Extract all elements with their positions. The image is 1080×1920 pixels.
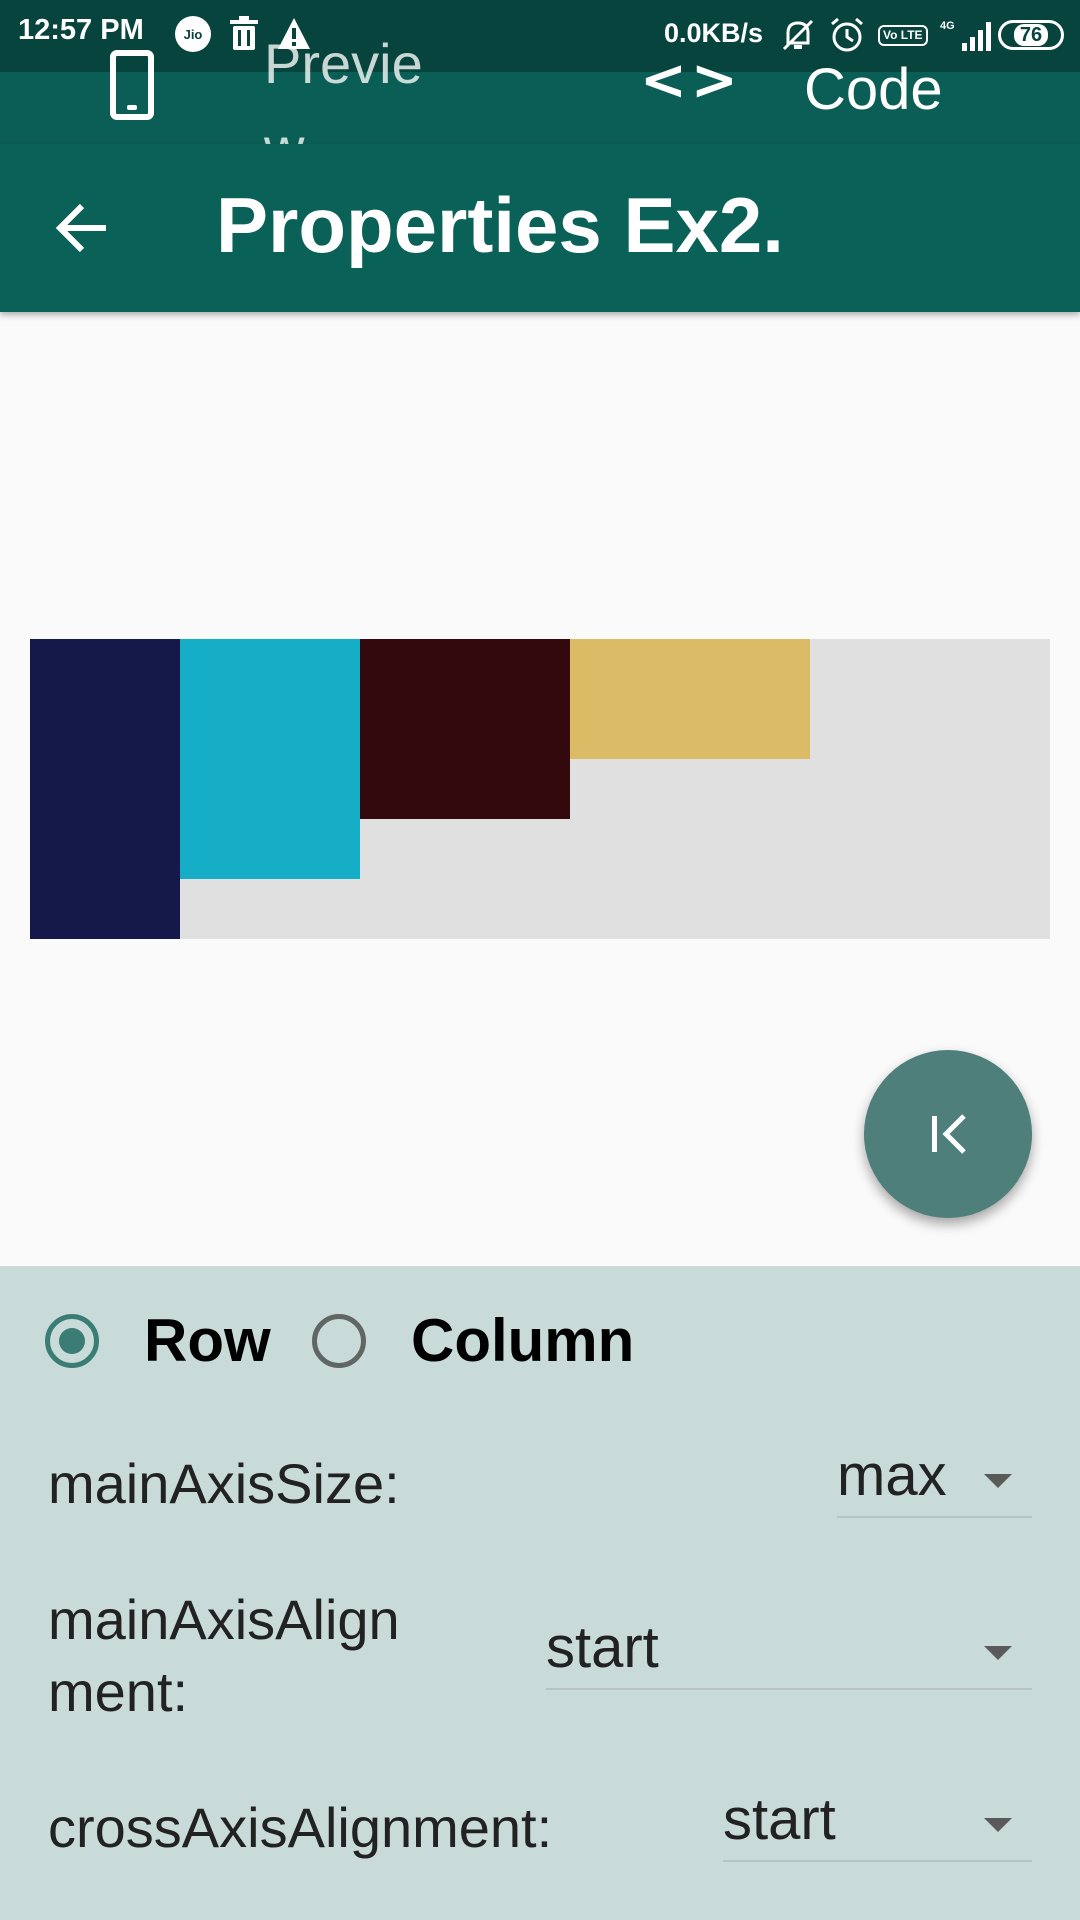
radio-column[interactable] <box>312 1314 366 1368</box>
preview-box-2 <box>180 639 360 879</box>
first-page-icon <box>932 1114 966 1154</box>
first-page-fab[interactable] <box>864 1050 1032 1218</box>
battery-icon: 76 <box>998 20 1064 50</box>
app-bar: Properties Ex2. <box>0 144 1080 312</box>
cross-axis-alignment-label: crossAxisAlignment: <box>48 1796 553 1859</box>
volte-icon: Vo LTE <box>878 24 928 46</box>
main-axis-alignment-value: start <box>546 1615 659 1680</box>
preview-box-4 <box>570 639 810 759</box>
cross-axis-alignment-value: start <box>723 1787 836 1852</box>
radio-row[interactable] <box>45 1314 99 1368</box>
radio-column-label[interactable]: Column <box>411 1306 634 1375</box>
main-axis-size-dropdown[interactable]: max <box>837 1438 1032 1518</box>
network-type-label: 4G <box>940 20 955 32</box>
page-title: Properties Ex2. <box>216 181 784 269</box>
main-axis-alignment-dropdown[interactable]: start <box>546 1610 1032 1690</box>
mute-bell-icon <box>782 19 814 51</box>
status-icons-right: Vo LTE 4G <box>780 16 996 54</box>
code-icon: <> <box>640 48 742 113</box>
row-preview <box>30 639 1050 939</box>
cross-axis-alignment-dropdown[interactable]: start <box>723 1782 1032 1862</box>
alarm-icon <box>831 17 863 52</box>
dropdown-arrow-icon <box>984 1818 1012 1832</box>
radio-row-label[interactable]: Row <box>144 1306 271 1375</box>
tab-code-label: Code <box>804 57 943 122</box>
dropdown-arrow-icon <box>984 1646 1012 1660</box>
signal-icon: 4G <box>940 20 991 51</box>
dropdown-arrow-icon <box>984 1474 1012 1488</box>
status-time: 12:57 PM <box>18 14 144 46</box>
preview-box-3 <box>360 639 570 819</box>
back-arrow-icon[interactable] <box>54 200 110 256</box>
tab-bar: Preview <> Code <box>0 32 1080 179</box>
main-axis-size-value: max <box>837 1443 947 1508</box>
trash-icon <box>230 16 258 50</box>
controls-panel: Row Column mainAxisSize: max mainAxisAli… <box>0 1266 1080 1920</box>
main-axis-alignment-label: mainAxisAlign ment: <box>48 1588 400 1723</box>
network-speed: 0.0KB/s <box>664 18 764 48</box>
jio-icon: Jio <box>175 16 211 52</box>
main-axis-size-label: mainAxisSize: <box>48 1452 400 1515</box>
preview-box-1 <box>30 639 180 939</box>
battery-level: 76 <box>1013 24 1049 46</box>
phone-icon <box>110 50 154 120</box>
